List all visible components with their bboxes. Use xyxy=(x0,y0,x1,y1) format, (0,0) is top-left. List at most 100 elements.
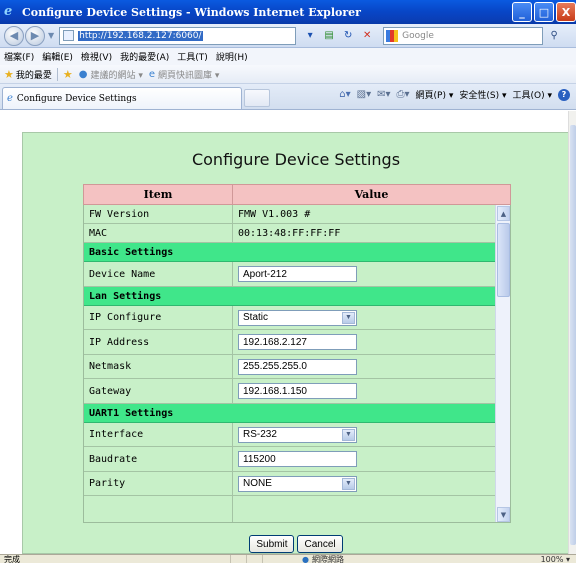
address-row: ◀ ▶ ▼ http://192.168.2.127:6060/ ▾ ▤ ↻ ✕… xyxy=(0,24,576,48)
home-icon[interactable]: ⌂▾ xyxy=(339,89,350,100)
row-value-cell: Static ▼ xyxy=(233,306,496,329)
safety-menu[interactable]: 安全性(S) ▾ xyxy=(459,88,506,101)
command-bar: ⌂▾ ▧▾ ✉▾ ⎙▾ 網頁(P) ▾ 安全性(S) ▾ 工具(O) ▾ ? xyxy=(339,88,570,101)
row-label: IP Address xyxy=(84,330,233,354)
menu-help[interactable]: 說明(H) xyxy=(216,50,248,63)
section-uart1-settings: UART1 Settings xyxy=(84,404,496,423)
table-scrollbar[interactable]: ▲ ▼ xyxy=(495,205,510,522)
globe-icon: ● xyxy=(302,554,309,564)
minimize-button[interactable]: _ xyxy=(512,2,532,22)
help-icon[interactable]: ? xyxy=(558,88,570,101)
row-label: IP Configure xyxy=(84,306,233,329)
baudrate-input[interactable]: 115200 xyxy=(238,451,357,467)
row-value-cell: 192.168.2.127 xyxy=(233,330,496,354)
row-label: Baudrate xyxy=(84,447,233,471)
row-label: Netmask xyxy=(84,355,233,378)
address-dropdown-icon[interactable]: ▾ xyxy=(302,28,318,44)
status-pane xyxy=(262,555,278,563)
stop-icon[interactable]: ✕ xyxy=(359,28,375,44)
status-pane xyxy=(246,555,262,563)
maximize-button[interactable]: □ xyxy=(534,2,554,22)
feeds-icon[interactable]: ▧▾ xyxy=(357,89,371,100)
favorites-button[interactable]: 我的最愛 xyxy=(16,68,52,81)
table-row-netmask: Netmask 255.255.255.0 xyxy=(84,355,496,379)
menu-file[interactable]: 檔案(F) xyxy=(4,50,34,63)
ip-configure-value: Static xyxy=(243,312,269,323)
scroll-down-icon[interactable]: ▼ xyxy=(497,507,510,522)
interface-value: RS-232 xyxy=(243,429,277,440)
row-label: FW Version xyxy=(84,205,233,223)
cancel-button[interactable]: Cancel xyxy=(297,535,343,553)
ip-address-input[interactable]: 192.168.2.127 xyxy=(238,334,357,350)
row-value-empty xyxy=(233,496,496,522)
table-row-device-name: Device Name Aport-212 xyxy=(84,262,496,287)
close-button[interactable]: X xyxy=(556,2,576,22)
form-actions: Submit Cancel xyxy=(23,535,568,553)
window-controls: _ □ X xyxy=(512,2,576,22)
row-value-cell: RS-232 ▼ xyxy=(233,423,496,446)
add-favorite-icon[interactable]: ★ xyxy=(63,68,73,81)
web-slice-gallery-link[interactable]: e 網頁快訊圖庫 ▾ xyxy=(149,68,220,81)
menu-edit[interactable]: 編輯(E) xyxy=(42,50,73,63)
table-row-baudrate: Baudrate 115200 xyxy=(84,447,496,472)
column-header-value: Value xyxy=(233,184,511,205)
chevron-down-icon[interactable]: ▼ xyxy=(342,311,355,324)
table-row-ip-address: IP Address 192.168.2.127 xyxy=(84,330,496,355)
table-row-fw-version: FW Version FMW V1.003 # xyxy=(84,205,496,224)
row-value-cell: 115200 xyxy=(233,447,496,471)
device-name-input[interactable]: Aport-212 xyxy=(238,266,357,282)
page-title: Configure Device Settings xyxy=(191,150,401,169)
history-dropdown-icon[interactable]: ▼ xyxy=(48,31,54,40)
parity-select[interactable]: NONE ▼ xyxy=(238,475,357,492)
table-row-partial xyxy=(84,496,496,522)
page-scrollbar[interactable] xyxy=(568,111,576,554)
search-input[interactable]: Google xyxy=(383,26,544,45)
forward-button[interactable]: ▶ xyxy=(25,25,45,46)
tab-configure-device-settings[interactable]: e Configure Device Settings xyxy=(2,87,242,109)
netmask-input[interactable]: 255.255.255.0 xyxy=(238,358,357,375)
window-title: Configure Device Settings - Windows Inte… xyxy=(22,5,361,19)
new-tab-button[interactable] xyxy=(244,89,270,107)
row-value-cell: NONE ▼ xyxy=(233,472,496,495)
chevron-down-icon[interactable]: ▼ xyxy=(342,428,355,441)
menu-favorites[interactable]: 我的最愛(A) xyxy=(120,50,169,63)
address-bar[interactable]: http://192.168.2.127:6060/ xyxy=(59,26,297,45)
menu-view[interactable]: 檢視(V) xyxy=(81,50,112,63)
status-pane xyxy=(230,555,246,563)
settings-table-header: Item Value xyxy=(83,184,511,205)
page-viewport: Configure Device Settings Item Value FW … xyxy=(0,111,568,554)
back-button[interactable]: ◀ xyxy=(4,25,24,46)
print-icon[interactable]: ⎙▾ xyxy=(397,89,410,100)
row-value-cell: 255.255.255.0 xyxy=(233,355,496,378)
parity-value: NONE xyxy=(243,478,272,489)
search-placeholder: Google xyxy=(402,30,434,41)
ip-configure-select[interactable]: Static ▼ xyxy=(238,309,357,326)
scrollbar-thumb[interactable] xyxy=(497,223,510,297)
web-slice-icon: e xyxy=(148,68,156,80)
tools-menu[interactable]: 工具(O) ▾ xyxy=(513,88,553,101)
zoom-value: 100% xyxy=(540,554,564,564)
tab-ie-icon: e xyxy=(7,93,13,104)
gateway-input[interactable]: 192.168.1.150 xyxy=(238,383,357,399)
page-menu[interactable]: 網頁(P) ▾ xyxy=(416,88,454,101)
settings-table: FW Version FMW V1.003 # MAC 00:13:48:FF:… xyxy=(83,205,511,523)
row-value: FMW V1.003 # xyxy=(238,208,311,220)
menu-tools[interactable]: 工具(T) xyxy=(177,50,208,63)
address-url[interactable]: http://192.168.2.127:6060/ xyxy=(78,30,203,41)
scroll-up-icon[interactable]: ▲ xyxy=(497,206,510,221)
row-value-cell: 192.168.1.150 xyxy=(233,379,496,403)
interface-select[interactable]: RS-232 ▼ xyxy=(238,426,357,443)
search-icon[interactable]: ⚲ xyxy=(545,27,563,45)
favorites-star-icon: ★ xyxy=(4,67,14,81)
favorites-separator xyxy=(56,67,58,81)
mail-icon[interactable]: ✉▾ xyxy=(377,89,390,100)
suggested-sites-link[interactable]: ● 建議的網站 ▾ xyxy=(79,68,143,81)
refresh-icon[interactable]: ↻ xyxy=(340,28,356,44)
window-title-bar: e Configure Device Settings - Windows In… xyxy=(0,0,576,24)
zoom-level[interactable]: 100% ▾ xyxy=(541,555,570,564)
tab-title: Configure Device Settings xyxy=(16,93,137,104)
chevron-down-icon[interactable]: ▼ xyxy=(342,477,355,490)
page-scrollbar-thumb[interactable] xyxy=(570,125,576,545)
submit-button[interactable]: Submit xyxy=(249,535,295,553)
compatibility-icon[interactable]: ▤ xyxy=(321,28,337,44)
